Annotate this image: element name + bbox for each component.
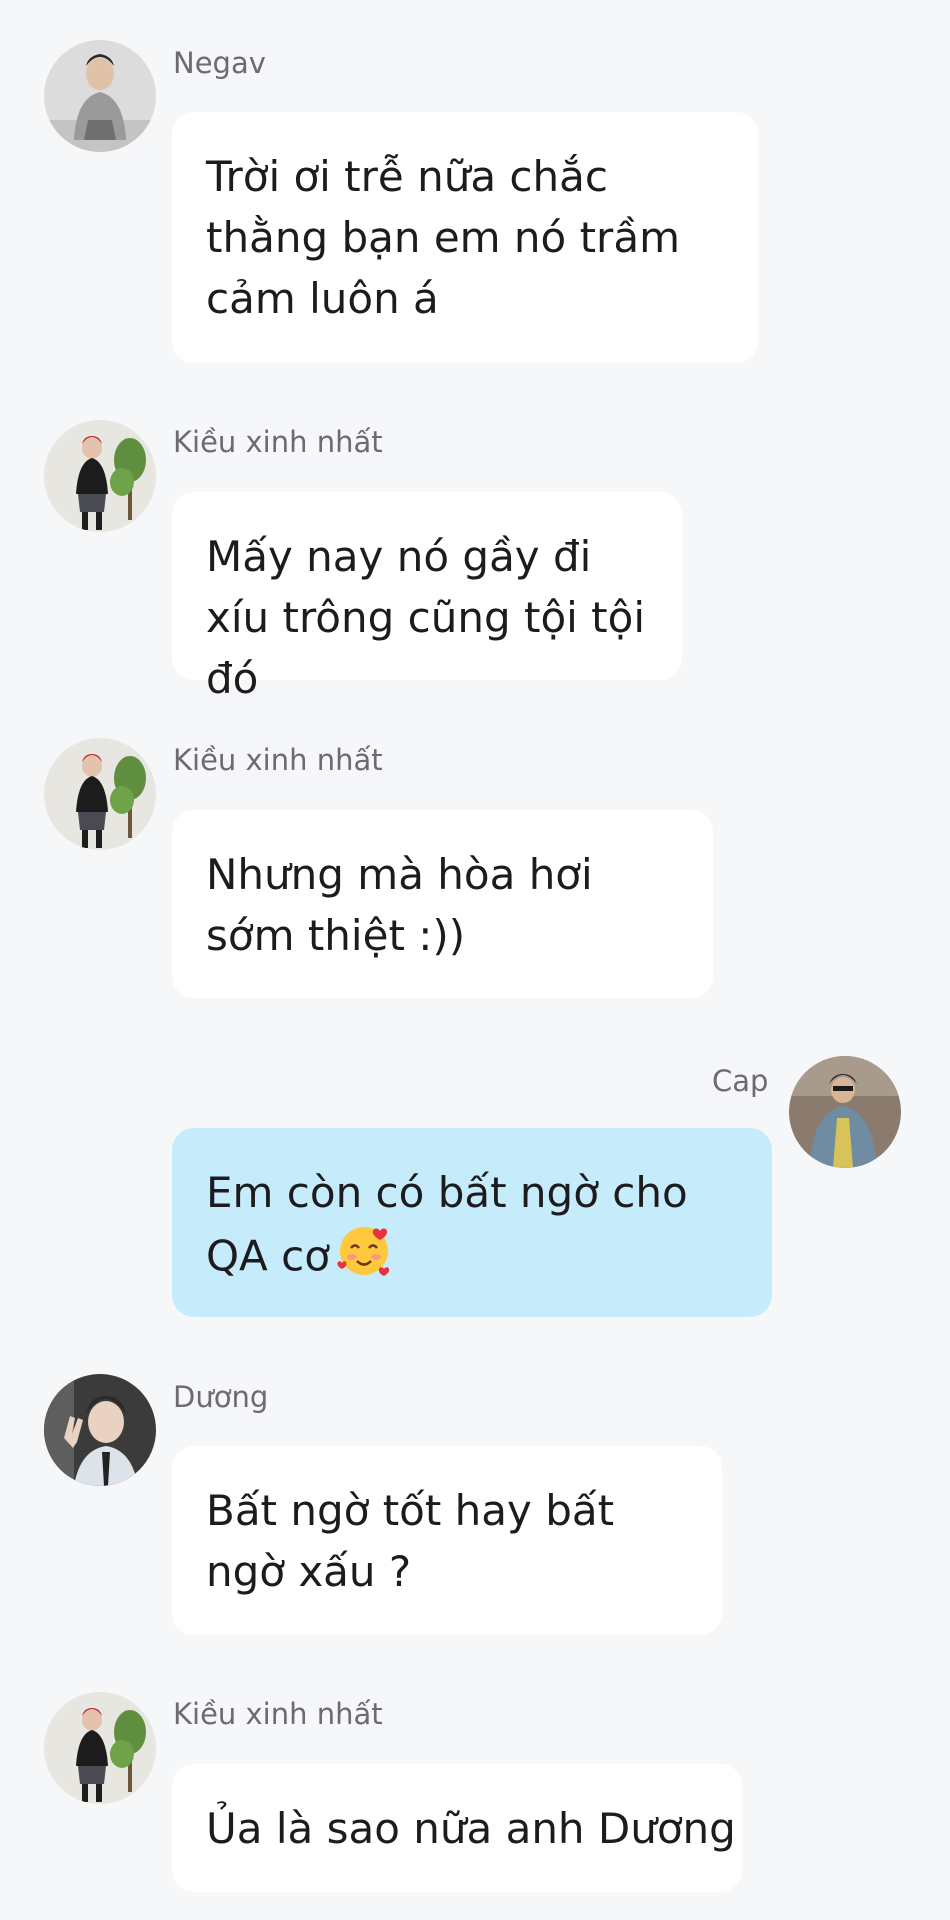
message-bubble[interactable]: Ủa là sao nữa anh Dương — [172, 1764, 742, 1892]
sender-name: Kiều xinh nhất — [173, 425, 383, 459]
message-text: Em còn có bất ngờ cho QA cơ — [206, 1168, 688, 1281]
person-denim-jacket-avatar[interactable] — [789, 1056, 901, 1168]
person-with-plant-avatar[interactable] — [44, 738, 156, 850]
sender-name: Kiều xinh nhất — [173, 1697, 383, 1731]
sender-name: Dương — [173, 1380, 269, 1414]
sender-name: Negav — [173, 46, 266, 80]
chat-message-list[interactable]: Negav Trời ơi trễ nữa chắc thằng bạn em … — [0, 0, 950, 1920]
message-text: Mấy nay nó gầy đi xíu trông cũng tội tội… — [206, 532, 645, 703]
message-bubble[interactable]: Bất ngờ tốt hay bất ngờ xấu ? — [172, 1446, 722, 1635]
message-text: Ủa là sao nữa anh Dương — [206, 1804, 736, 1853]
person-with-plant-avatar[interactable] — [44, 420, 156, 532]
sender-name: Cap — [712, 1064, 769, 1098]
message-bubble[interactable]: Mấy nay nó gầy đi xíu trông cũng tội tội… — [172, 492, 682, 703]
message-text: Bất ngờ tốt hay bất ngờ xấu ? — [206, 1486, 615, 1596]
person-peace-sign-avatar[interactable] — [44, 1374, 156, 1486]
message-text: Nhưng mà hòa hơi sớm thiệt :)) — [206, 850, 593, 960]
smiling-face-with-hearts-icon — [336, 1223, 392, 1295]
person-with-plant-avatar[interactable] — [44, 1692, 156, 1804]
message-bubble-own[interactable]: Em còn có bất ngờ cho QA cơ — [172, 1128, 772, 1317]
message-bubble[interactable]: Nhưng mà hòa hơi sớm thiệt :)) — [172, 810, 713, 998]
message-text: Trời ơi trễ nữa chắc thằng bạn em nó trầ… — [206, 152, 680, 323]
person-grey-sweater-avatar[interactable] — [44, 40, 156, 152]
message-bubble[interactable]: Trời ơi trễ nữa chắc thằng bạn em nó trầ… — [172, 112, 758, 363]
sender-name: Kiều xinh nhất — [173, 743, 383, 777]
